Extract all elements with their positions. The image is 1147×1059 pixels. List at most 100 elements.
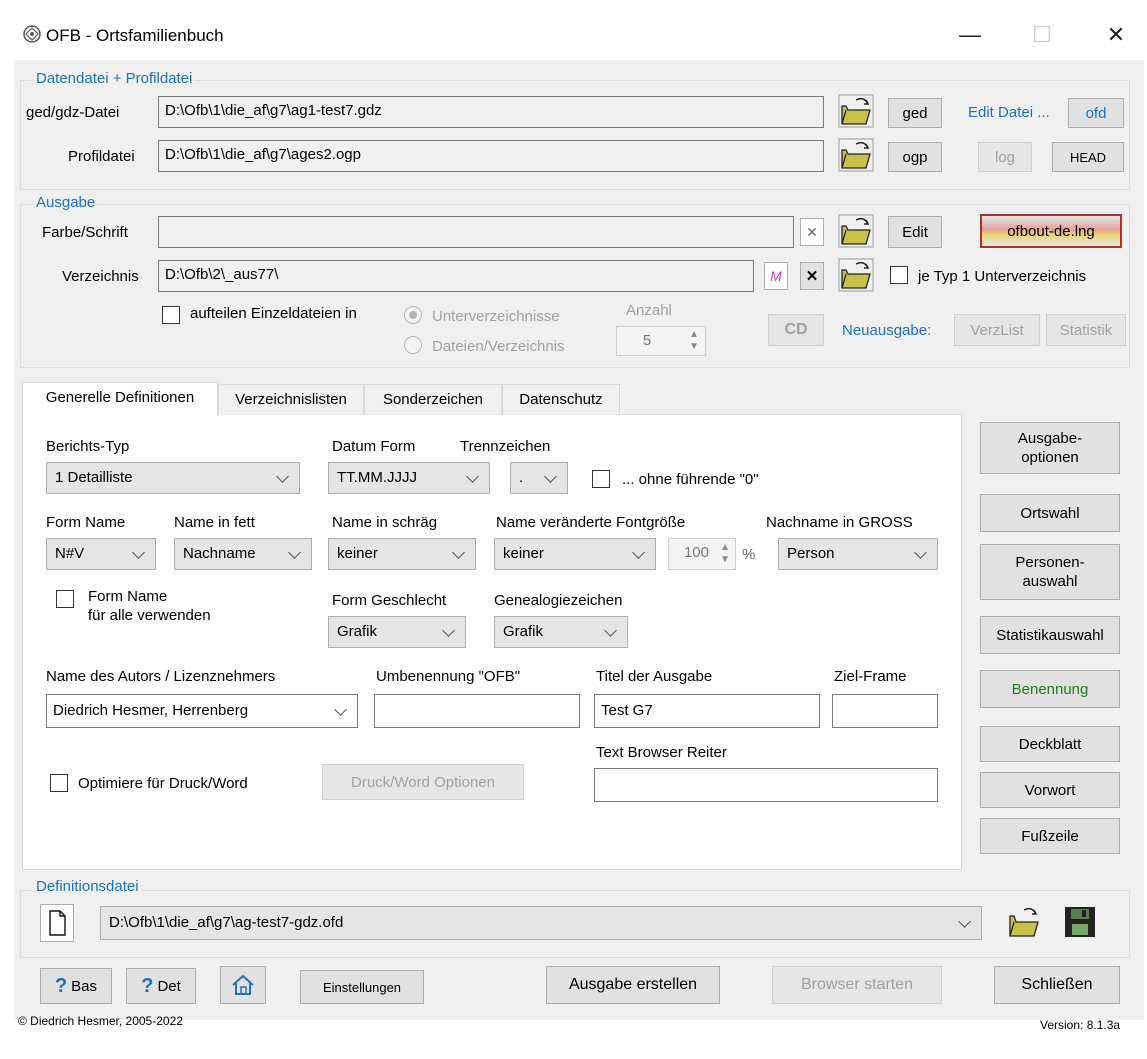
font-percent-value: 100 <box>683 544 709 561</box>
nachname-gross-select[interactable]: Person <box>778 538 938 570</box>
ausgabe-optionen-label-1: Ausgabe- <box>1017 430 1083 447</box>
personenauswahl-button[interactable]: Personen-auswahl <box>980 544 1120 600</box>
statistikauswahl-button[interactable]: Statistikauswahl <box>980 616 1120 654</box>
verz-field[interactable]: D:\Ofb\2\_aus77\ <box>158 260 754 292</box>
name-fontgroesse-value: keiner <box>503 545 544 562</box>
close-button[interactable]: ✕ <box>1096 18 1136 52</box>
tab-sonderzeichen[interactable]: Sonderzeichen <box>364 384 502 415</box>
tab-datenschutz[interactable]: Datenschutz <box>502 384 620 415</box>
trennzeichen-select[interactable]: . <box>510 462 568 494</box>
maximize-button[interactable]: ☐ <box>1022 18 1062 52</box>
form-name-select[interactable]: N#V <box>46 538 156 570</box>
definitionsdatei-folder-open-icon[interactable] <box>1006 904 1042 937</box>
aufteilen-checkbox[interactable] <box>162 306 180 324</box>
einstellungen-button[interactable]: Einstellungen <box>300 970 424 1004</box>
font-percent-spinner[interactable]: 100 ▲ ▼ <box>668 538 736 570</box>
anzahl-spinner[interactable]: 5 ▲ ▼ <box>616 326 706 356</box>
chevron-down-icon <box>632 546 645 559</box>
new-document-icon[interactable] <box>40 904 74 942</box>
form-name-alle-label-line1: Form Name <box>88 588 168 605</box>
form-name-value: N#V <box>55 545 85 562</box>
ziel-frame-label: Ziel-Frame <box>834 668 907 685</box>
app-icon <box>22 24 42 44</box>
definitionsdatei-select[interactable]: D:\Ofb\1\die_af\g7\ag-test7-gdz.ofd <box>100 906 982 940</box>
je-typ-checkbox[interactable] <box>890 266 908 284</box>
verzlist-button[interactable]: VerzList <box>954 314 1040 346</box>
farbe-clear-button[interactable]: ✕ <box>800 218 824 246</box>
copyright-text: © Diedrich Hesmer, 2005-2022 <box>18 1014 183 1028</box>
ziel-frame-input[interactable] <box>832 694 938 728</box>
dateien-radio[interactable] <box>404 336 422 354</box>
form-name-alle-checkbox[interactable] <box>56 590 74 608</box>
ogp-button[interactable]: ogp <box>888 142 942 172</box>
help-bas-button[interactable]: ? Bas <box>40 968 112 1004</box>
statistik-button[interactable]: Statistik <box>1046 314 1126 346</box>
help-det-button[interactable]: ? Det <box>126 968 196 1004</box>
name-fett-select[interactable]: Nachname <box>174 538 312 570</box>
umbenennung-input[interactable] <box>374 694 580 728</box>
lng-button[interactable]: ofbout-de.lng <box>980 214 1122 248</box>
name-schraeg-value: keiner <box>337 545 378 562</box>
help-det-label: Det <box>157 977 181 995</box>
optimiere-label: Optimiere für Druck/Word <box>78 775 248 792</box>
unterverzeichnisse-radio[interactable] <box>404 306 422 324</box>
optimiere-checkbox[interactable] <box>50 774 68 792</box>
farbe-field[interactable] <box>158 216 794 248</box>
form-geschlecht-select[interactable]: Grafik <box>328 616 466 648</box>
tab-verzeichnislisten[interactable]: Verzeichnislisten <box>218 384 364 415</box>
ofd-button[interactable]: ofd <box>1068 98 1124 128</box>
edit-datei-label: Edit Datei ... <box>968 104 1050 121</box>
benennung-button[interactable]: Benennung <box>980 670 1120 708</box>
druck-optionen-button[interactable]: Druck/Word Optionen <box>322 764 524 800</box>
head-button[interactable]: HEAD <box>1052 142 1124 172</box>
schliessen-button[interactable]: Schließen <box>994 966 1120 1004</box>
personenauswahl-label-2: auswahl <box>1022 573 1078 590</box>
verz-folder-open-icon[interactable] <box>838 258 874 292</box>
datum-form-value: TT.MM.JJJJ <box>337 469 417 486</box>
titel-input[interactable]: Test G7 <box>594 694 820 728</box>
tab-generelle-definitionen[interactable]: Generelle Definitionen <box>22 382 218 416</box>
berichts-typ-select[interactable]: 1 Detailliste <box>46 462 300 494</box>
name-fontgroesse-select[interactable]: keiner <box>494 538 656 570</box>
save-icon[interactable] <box>1062 904 1098 940</box>
log-button[interactable]: log <box>978 142 1032 172</box>
farbe-edit-button[interactable]: Edit <box>888 216 942 248</box>
trennzeichen-value: . <box>519 469 524 486</box>
ged-path-field[interactable]: D:\Ofb\1\die_af\g7\ag1-test7.gdz <box>158 96 824 128</box>
ged-button[interactable]: ged <box>888 98 942 128</box>
form-geschlecht-label: Form Geschlecht <box>332 592 447 609</box>
chevron-down-icon <box>334 703 347 716</box>
verz-m-button[interactable]: M <box>764 262 788 290</box>
chevron-down-icon <box>958 915 971 928</box>
ausgabe-erstellen-button[interactable]: Ausgabe erstellen <box>546 966 720 1004</box>
farbe-folder-open-icon[interactable] <box>838 214 874 248</box>
chevron-down-icon <box>288 546 301 559</box>
ausgabe-optionen-button[interactable]: Ausgabe-optionen <box>980 422 1120 474</box>
chevron-down-icon <box>442 624 455 637</box>
genealogiezeichen-select[interactable]: Grafik <box>494 616 628 648</box>
ohne-fuehrende-checkbox[interactable] <box>592 470 610 488</box>
profil-folder-open-icon[interactable] <box>838 138 874 172</box>
text-browser-input[interactable] <box>594 768 938 802</box>
verz-clear-button[interactable]: ✕ <box>800 262 824 290</box>
name-schraeg-select[interactable]: keiner <box>328 538 476 570</box>
spinner-arrows-icon[interactable]: ▲ ▼ <box>689 329 699 353</box>
browser-starten-button[interactable]: Browser starten <box>772 966 942 1004</box>
deckblatt-button[interactable]: Deckblatt <box>980 726 1120 762</box>
datendatei-group-label: Datendatei + Profildatei <box>34 70 195 87</box>
text-browser-label: Text Browser Reiter <box>596 744 727 761</box>
home-button[interactable] <box>220 966 266 1004</box>
ged-folder-open-icon[interactable] <box>838 94 874 128</box>
vorwort-button[interactable]: Vorwort <box>980 772 1120 808</box>
ortswahl-button[interactable]: Ortswahl <box>980 494 1120 532</box>
fusszeile-button[interactable]: Fußzeile <box>980 818 1120 854</box>
spinner-arrows-icon[interactable]: ▲ ▼ <box>720 542 730 566</box>
minimize-button[interactable]: — <box>950 18 990 52</box>
autor-combo[interactable]: Diedrich Hesmer, Herrenberg <box>46 694 358 728</box>
ausgabe-optionen-label-2: optionen <box>1021 449 1079 466</box>
profil-path-field[interactable]: D:\Ofb\1\die_af\g7\ages2.ogp <box>158 140 824 172</box>
home-icon <box>232 974 254 995</box>
ohne-fuehrende-label: ... ohne führende "0" <box>622 471 759 488</box>
datum-form-select[interactable]: TT.MM.JJJJ <box>328 462 490 494</box>
cd-button[interactable]: CD <box>768 314 824 346</box>
